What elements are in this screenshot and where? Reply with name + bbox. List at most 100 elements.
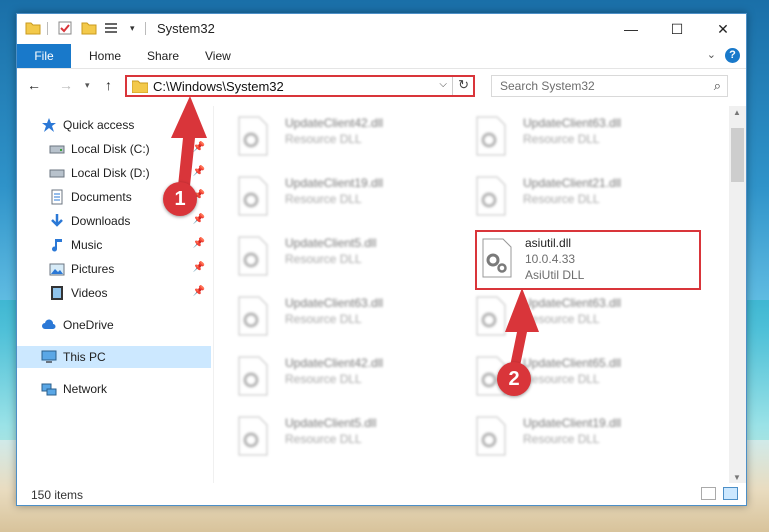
pin-icon[interactable]: 📌 [193, 214, 205, 225]
file-name: UpdateClient42.dll [285, 356, 384, 370]
list-item[interactable]: UpdateClient5.dll Resource DLL [217, 410, 437, 466]
large-icons-view-icon[interactable] [723, 487, 738, 500]
list-item[interactable]: UpdateClient42.dll Resource DLL [217, 350, 437, 406]
details-view-icon[interactable] [701, 487, 716, 500]
pin-icon[interactable]: 📌 [193, 238, 205, 249]
list-item[interactable]: UpdateClient65.dll Resource DLL [455, 350, 675, 406]
pictures-icon [49, 263, 65, 276]
forward-arrow-icon[interactable]: → [59, 77, 73, 93]
status-bar: 150 items [17, 483, 746, 505]
tab-share[interactable]: Share [147, 44, 179, 68]
dll-file-icon [238, 416, 268, 456]
divider [452, 77, 453, 95]
file-name: UpdateClient19.dll [285, 176, 384, 190]
dll-file-icon [238, 236, 268, 276]
file-name: UpdateClient21.dll [523, 176, 622, 190]
tab-file[interactable]: File [17, 44, 71, 68]
sidebar-item-network[interactable]: Network [17, 378, 211, 400]
dll-file-icon [238, 176, 268, 216]
sidebar-item-music[interactable]: Music 📌 [17, 234, 211, 256]
drive-icon [49, 169, 65, 178]
star-icon [42, 118, 56, 132]
expand-ribbon-icon[interactable]: ⌄ [707, 48, 716, 61]
sidebar-item-label: Local Disk (D:) [71, 166, 150, 180]
file-explorer-window: ▾ System32 — ☐ ✕ File Home Share View ⌄ … [16, 13, 747, 506]
list-item[interactable]: UpdateClient19.dll Resource DLL [217, 170, 437, 226]
refresh-icon[interactable]: ↻ [458, 77, 469, 93]
ribbon: File Home Share View ⌄ ? [17, 44, 746, 69]
dll-file-icon [476, 296, 506, 336]
pane-splitter[interactable] [213, 106, 214, 486]
file-name: UpdateClient65.dll [523, 356, 622, 370]
pin-icon[interactable]: 📌 [193, 142, 205, 153]
scrollbar-thumb[interactable] [731, 128, 744, 182]
list-item[interactable]: UpdateClient5.dll Resource DLL [217, 230, 437, 286]
file-type: Resource DLL [523, 192, 600, 206]
highlighted-file-asiutil[interactable]: asiutil.dll 10.0.4.33 AsiUtil DLL [475, 230, 701, 290]
up-arrow-icon[interactable]: ↑ [105, 77, 112, 93]
search-icon[interactable]: ⌕ [714, 78, 721, 94]
window-title: System32 [157, 21, 215, 36]
maximize-button[interactable]: ☐ [654, 14, 700, 44]
file-name: UpdateClient63.dll [523, 116, 622, 130]
documents-icon [51, 189, 63, 205]
properties-check-icon[interactable] [57, 20, 73, 36]
network-icon [41, 383, 57, 396]
sidebar-item-label: Downloads [71, 214, 131, 228]
pin-icon[interactable]: 📌 [193, 286, 205, 297]
search-placeholder: Search System32 [500, 79, 595, 93]
quick-access-dropdown-icon[interactable]: ▾ [130, 23, 135, 34]
file-name: UpdateClient5.dll [285, 416, 377, 430]
pin-icon[interactable]: 📌 [193, 166, 205, 177]
sidebar-item-local-disk-d[interactable]: Local Disk (D:) 📌 [17, 162, 211, 184]
new-folder-icon[interactable] [81, 20, 97, 36]
address-path[interactable]: C:\Windows\System32 [153, 79, 284, 94]
minimize-button[interactable]: — [608, 14, 654, 44]
download-icon [51, 214, 63, 227]
sidebar-item-label: This PC [63, 350, 106, 364]
sidebar-item-videos[interactable]: Videos 📌 [17, 282, 211, 304]
list-item[interactable]: UpdateClient63.dll Resource DLL [455, 110, 675, 166]
list-item[interactable]: UpdateClient19.dll Resource DLL [455, 410, 675, 466]
sidebar-item-quick-access[interactable]: Quick access [17, 114, 211, 136]
step-badge-2: 2 [497, 362, 531, 396]
file-name: UpdateClient5.dll [285, 236, 377, 250]
close-button[interactable]: ✕ [700, 14, 746, 44]
back-arrow-icon[interactable]: ← [27, 77, 41, 93]
file-type: Resource DLL [285, 312, 362, 326]
navigation-row: ← → ▾ ↑ C:\Windows\System32 ⌵ ↻ Search S… [17, 70, 746, 102]
file-type: Resource DLL [285, 192, 362, 206]
list-item[interactable]: UpdateClient21.dll Resource DLL [455, 170, 675, 226]
dll-file-icon [238, 296, 268, 336]
customize-icon[interactable] [103, 20, 119, 36]
sidebar-item-pictures[interactable]: Pictures 📌 [17, 258, 211, 280]
recent-locations-icon[interactable]: ▾ [85, 80, 90, 91]
sidebar-item-local-disk-c[interactable]: Local Disk (C:) 📌 [17, 138, 211, 160]
scroll-up-icon[interactable]: ▲ [733, 108, 741, 117]
navigation-pane: Quick access Local Disk (C:) 📌 Local Dis… [17, 110, 213, 482]
pin-icon[interactable]: 📌 [193, 262, 205, 273]
list-item[interactable]: UpdateClient42.dll Resource DLL [217, 110, 437, 166]
videos-icon [51, 286, 63, 300]
sidebar-item-label: Local Disk (C:) [71, 142, 150, 156]
divider [47, 22, 48, 35]
sidebar-item-label: Videos [71, 286, 108, 300]
folder-icon [132, 80, 148, 93]
list-item[interactable]: UpdateClient63.dll Resource DLL [455, 290, 675, 346]
scroll-down-icon[interactable]: ▼ [733, 473, 741, 482]
help-icon[interactable]: ? [725, 48, 740, 63]
sidebar-item-this-pc[interactable]: This PC [17, 346, 211, 368]
tab-home[interactable]: Home [89, 44, 121, 68]
tab-view[interactable]: View [205, 44, 231, 68]
sidebar-item-label: Pictures [71, 262, 115, 276]
address-bar[interactable]: C:\Windows\System32 ⌵ ↻ [125, 75, 475, 97]
sidebar-item-onedrive[interactable]: OneDrive [17, 314, 211, 336]
chevron-down-icon[interactable]: ⌵ [439, 79, 447, 90]
folder-icon[interactable] [25, 20, 41, 36]
search-input[interactable]: Search System32 ⌕ [491, 75, 728, 97]
vertical-scrollbar[interactable]: ▲ ▼ [729, 106, 746, 484]
file-type: Resource DLL [285, 252, 362, 266]
file-list: UpdateClient42.dll Resource DLL UpdateCl… [217, 106, 725, 484]
title-bar: ▾ System32 — ☐ ✕ [17, 14, 746, 44]
list-item[interactable]: UpdateClient63.dll Resource DLL [217, 290, 437, 346]
